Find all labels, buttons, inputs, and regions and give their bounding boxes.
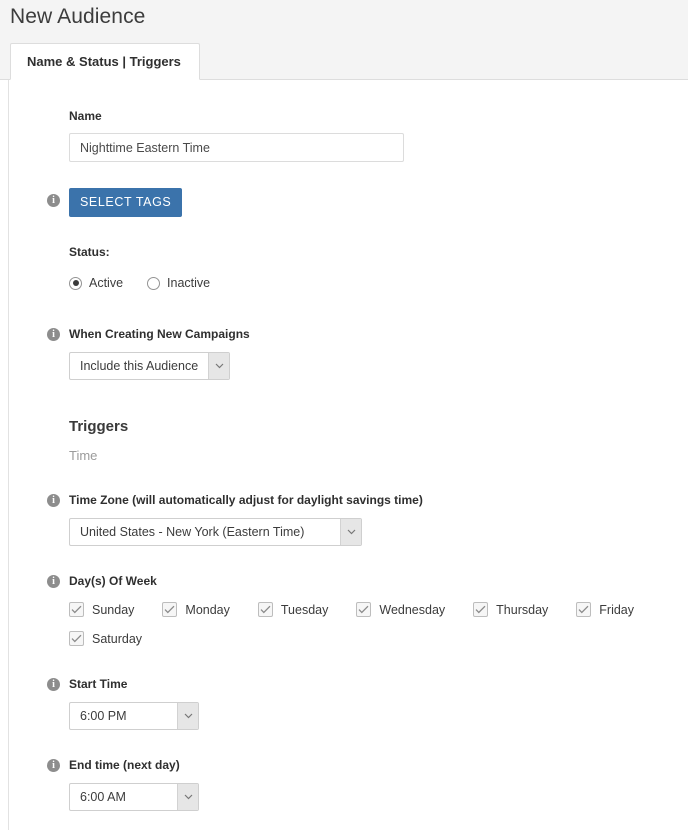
time-zone-select-value: United States - New York (Eastern Time) <box>70 519 340 545</box>
day-checkbox-sunday[interactable]: Sunday <box>69 602 134 617</box>
day-checkbox-tuesday[interactable]: Tuesday <box>258 602 328 617</box>
day-label-monday: Monday <box>185 603 229 617</box>
end-time-select[interactable]: 6:00 AM <box>69 783 199 811</box>
check-icon <box>576 602 591 617</box>
time-zone-block: i Time Zone (will automatically adjust f… <box>9 492 688 546</box>
triggers-section: Triggers Time <box>9 418 688 463</box>
chevron-down-icon <box>208 353 229 379</box>
time-zone-label: Time Zone (will automatically adjust for… <box>69 492 688 508</box>
radio-icon-inactive <box>147 277 160 290</box>
tab-strip: Name & Status | Triggers <box>10 43 200 80</box>
info-icon: i <box>47 575 60 588</box>
status-radio-active[interactable]: Active <box>69 276 123 290</box>
day-label-sunday: Sunday <box>92 603 134 617</box>
radio-icon-active <box>69 277 82 290</box>
start-time-block: i Start Time 6:00 PM <box>9 676 688 730</box>
days-of-week-group-second-row: Saturday <box>69 631 688 646</box>
day-label-thursday: Thursday <box>496 603 548 617</box>
page-header: New Audience Name & Status | Triggers <box>0 0 688 80</box>
status-radio-inactive-label: Inactive <box>167 276 210 290</box>
chevron-down-icon <box>177 703 198 729</box>
check-icon <box>69 631 84 646</box>
check-icon <box>69 602 84 617</box>
day-checkbox-saturday[interactable]: Saturday <box>69 631 142 646</box>
info-icon: i <box>47 328 60 341</box>
select-tags-block: i SELECT TAGS <box>9 188 688 217</box>
check-icon <box>356 602 371 617</box>
day-label-friday: Friday <box>599 603 634 617</box>
info-icon: i <box>47 494 60 507</box>
end-time-select-value: 6:00 AM <box>70 784 177 810</box>
new-campaigns-label: When Creating New Campaigns <box>69 326 688 342</box>
new-campaigns-select-value: Include this Audience <box>70 353 208 379</box>
info-icon: i <box>47 678 60 691</box>
status-radio-group: Active Inactive <box>69 276 688 290</box>
end-time-label: End time (next day) <box>69 757 688 773</box>
days-of-week-label: Day(s) Of Week <box>69 573 688 589</box>
name-input[interactable] <box>69 133 404 162</box>
day-checkbox-wednesday[interactable]: Wednesday <box>356 602 445 617</box>
name-label: Name <box>69 108 688 124</box>
start-time-select[interactable]: 6:00 PM <box>69 702 199 730</box>
days-of-week-block: i Day(s) Of Week Sunday Monday Tuesday W <box>9 573 688 646</box>
day-label-tuesday: Tuesday <box>281 603 328 617</box>
new-campaigns-block: i When Creating New Campaigns Include th… <box>9 326 688 380</box>
triggers-title: Triggers <box>69 418 688 435</box>
check-icon <box>258 602 273 617</box>
day-label-wednesday: Wednesday <box>379 603 445 617</box>
day-label-saturday: Saturday <box>92 632 142 646</box>
info-icon: i <box>47 759 60 772</box>
start-time-label: Start Time <box>69 676 688 692</box>
form-panel: Name i SELECT TAGS Status: Active Inacti… <box>8 80 688 830</box>
status-label: Status: <box>69 244 688 260</box>
name-field-block: Name <box>9 108 688 162</box>
status-radio-inactive[interactable]: Inactive <box>147 276 210 290</box>
check-icon <box>162 602 177 617</box>
page-title: New Audience <box>10 5 145 29</box>
end-time-block: i End time (next day) 6:00 AM <box>9 757 688 811</box>
audience-form: Name i SELECT TAGS Status: Active Inacti… <box>9 80 688 811</box>
days-of-week-group: Sunday Monday Tuesday Wednesday Thursday <box>69 602 688 617</box>
tab-name-status-triggers[interactable]: Name & Status | Triggers <box>10 43 200 80</box>
start-time-select-value: 6:00 PM <box>70 703 177 729</box>
new-campaigns-select[interactable]: Include this Audience <box>69 352 230 380</box>
status-radio-active-label: Active <box>89 276 123 290</box>
check-icon <box>473 602 488 617</box>
info-icon: i <box>47 194 60 207</box>
day-checkbox-friday[interactable]: Friday <box>576 602 634 617</box>
time-zone-select[interactable]: United States - New York (Eastern Time) <box>69 518 362 546</box>
status-block: Status: Active Inactive <box>9 244 688 290</box>
chevron-down-icon <box>177 784 198 810</box>
day-checkbox-thursday[interactable]: Thursday <box>473 602 548 617</box>
day-checkbox-monday[interactable]: Monday <box>162 602 229 617</box>
chevron-down-icon <box>340 519 361 545</box>
triggers-subtitle: Time <box>69 448 688 463</box>
select-tags-button[interactable]: SELECT TAGS <box>69 188 182 217</box>
